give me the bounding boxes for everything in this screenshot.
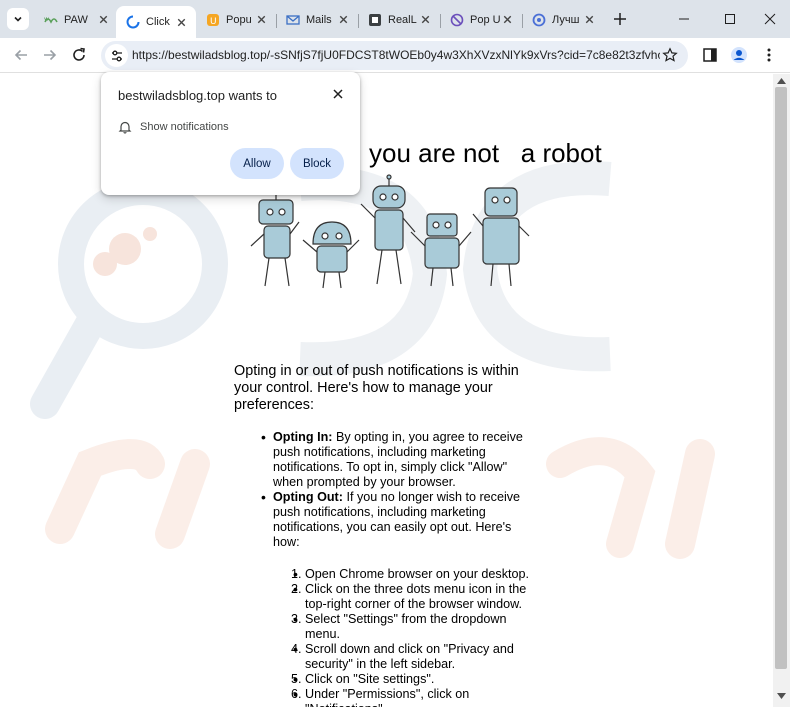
- notification-permission-popup: bestwiladsblog.top wants to Show notific…: [101, 72, 360, 195]
- new-tab-plus-icon[interactable]: [611, 10, 629, 28]
- mail-icon: [286, 14, 300, 25]
- tab-paw[interactable]: ʷ PAW: [34, 6, 118, 33]
- back-arrow-icon[interactable]: [12, 46, 30, 64]
- svg-text:U: U: [210, 17, 217, 27]
- step-number: 2.: [291, 582, 302, 596]
- tab-title: Лучш: [552, 13, 580, 26]
- page-headline: you are not a robot: [369, 138, 602, 168]
- browser-toolbar: https://bestwiladsblog.top/-sSNfjS7fjU0F…: [0, 38, 790, 73]
- scroll-thumb[interactable]: [775, 87, 787, 669]
- bookmark-star-icon[interactable]: [662, 47, 678, 63]
- tab-search-button[interactable]: [7, 8, 29, 30]
- permission-label: Show notifications: [140, 121, 229, 133]
- tab-title: Pop U: [470, 13, 500, 26]
- step-item: 6.Under "Permissions", click on "Notific…: [291, 687, 534, 707]
- tab-title: RealL: [388, 13, 417, 26]
- bullet-opting-in: Opting In: By opting in, you agree to re…: [261, 430, 534, 490]
- step-text: Click on "Site settings".: [305, 672, 435, 686]
- close-icon[interactable]: [331, 87, 345, 101]
- reload-icon[interactable]: [70, 46, 88, 64]
- forward-arrow-icon[interactable]: [41, 46, 59, 64]
- close-icon[interactable]: [501, 13, 514, 26]
- opt-bullet-list: Opting In: By opting in, you agree to re…: [261, 430, 534, 707]
- popup-title: bestwiladsblog.top wants to: [118, 88, 277, 103]
- bullet-title: Opting In:: [273, 430, 333, 444]
- chevron-down-icon: [14, 16, 22, 22]
- step-number: 6.: [291, 687, 302, 701]
- reall-favicon-icon: [369, 13, 381, 26]
- scroll-down-arrow-icon[interactable]: [777, 693, 786, 699]
- address-bar[interactable]: https://bestwiladsblog.top/-sSNfjS7fjU0F…: [101, 41, 688, 70]
- step-number: 1.: [291, 567, 302, 581]
- close-icon[interactable]: [583, 13, 596, 26]
- site-info-button[interactable]: [105, 44, 128, 67]
- step-text: Scroll down and click on "Privacy and se…: [305, 642, 514, 671]
- tab-mails[interactable]: Mails: [276, 6, 358, 33]
- step-item: 4.Scroll down and click on "Privacy and …: [291, 642, 534, 672]
- tab-strip: ʷ PAW Click U Popu Mails RealL Pop U Луч…: [0, 0, 790, 38]
- intro-paragraph: Opting in or out of push notifications i…: [234, 363, 519, 413]
- tab-reall[interactable]: RealL: [358, 6, 440, 33]
- scroll-up-arrow-icon[interactable]: [777, 78, 786, 84]
- close-icon[interactable]: [97, 13, 110, 26]
- tab-title: Popu: [226, 13, 252, 26]
- page-scrollbar[interactable]: [773, 74, 790, 707]
- side-panel-icon[interactable]: [701, 46, 719, 64]
- block-button[interactable]: Block: [290, 148, 344, 179]
- step-item: 1.Open Chrome browser on your desktop.: [291, 567, 534, 582]
- tab-title: PAW: [64, 13, 88, 26]
- step-number: 5.: [291, 672, 302, 686]
- close-icon[interactable]: [337, 13, 350, 26]
- allow-button[interactable]: Allow: [230, 148, 284, 179]
- bullet-title: Opting Out:: [273, 490, 343, 504]
- profile-avatar-icon[interactable]: [730, 46, 748, 64]
- blocked-icon: [450, 13, 464, 26]
- step-item: 3.Select "Settings" from the dropdown me…: [291, 612, 534, 642]
- popup-favicon-icon: U: [207, 13, 219, 27]
- bell-icon: [118, 121, 132, 134]
- minimize-icon[interactable]: [676, 11, 692, 27]
- bullet-opting-out: Opting Out: If you no longer wish to rec…: [261, 490, 534, 707]
- tab-popu[interactable]: U Popu: [196, 6, 276, 33]
- tab-title: Mails: [306, 13, 332, 26]
- loading-spinner-icon: [126, 15, 140, 29]
- step-number: 3.: [291, 612, 302, 626]
- step-item: 5.Click on "Site settings".: [291, 672, 534, 687]
- tab-click-active[interactable]: Click: [116, 6, 196, 38]
- step-number: 4.: [291, 642, 302, 656]
- opt-in-article: Opting in or out of push notifications i…: [234, 363, 534, 707]
- tab-title: Click: [146, 16, 170, 28]
- step-text: Select "Settings" from the dropdown menu…: [305, 612, 507, 641]
- tab-luchsh[interactable]: Лучш: [522, 6, 604, 33]
- pawns-favicon-icon: ʷ: [44, 16, 58, 27]
- step-text: Open Chrome browser on your desktop.: [305, 567, 530, 581]
- tab-pop-u[interactable]: Pop U: [440, 6, 522, 33]
- close-icon[interactable]: [175, 16, 188, 29]
- kebab-menu-icon[interactable]: [760, 46, 778, 64]
- tune-settings-icon: [111, 50, 122, 61]
- close-icon[interactable]: [255, 13, 268, 26]
- step-text: Click on the three dots menu icon in the…: [305, 582, 527, 611]
- opt-out-steps: 1.Open Chrome browser on your desktop. 2…: [291, 567, 534, 707]
- window-close-icon[interactable]: [762, 11, 778, 27]
- close-icon[interactable]: [419, 13, 432, 26]
- maximize-icon[interactable]: [722, 11, 738, 27]
- url-text[interactable]: https://bestwiladsblog.top/-sSNfjS7fjU0F…: [132, 48, 660, 62]
- luchsh-favicon-icon: [532, 13, 546, 26]
- step-text: Under "Permissions", click on "Notificat…: [305, 687, 470, 707]
- step-item: 2.Click on the three dots menu icon in t…: [291, 582, 534, 612]
